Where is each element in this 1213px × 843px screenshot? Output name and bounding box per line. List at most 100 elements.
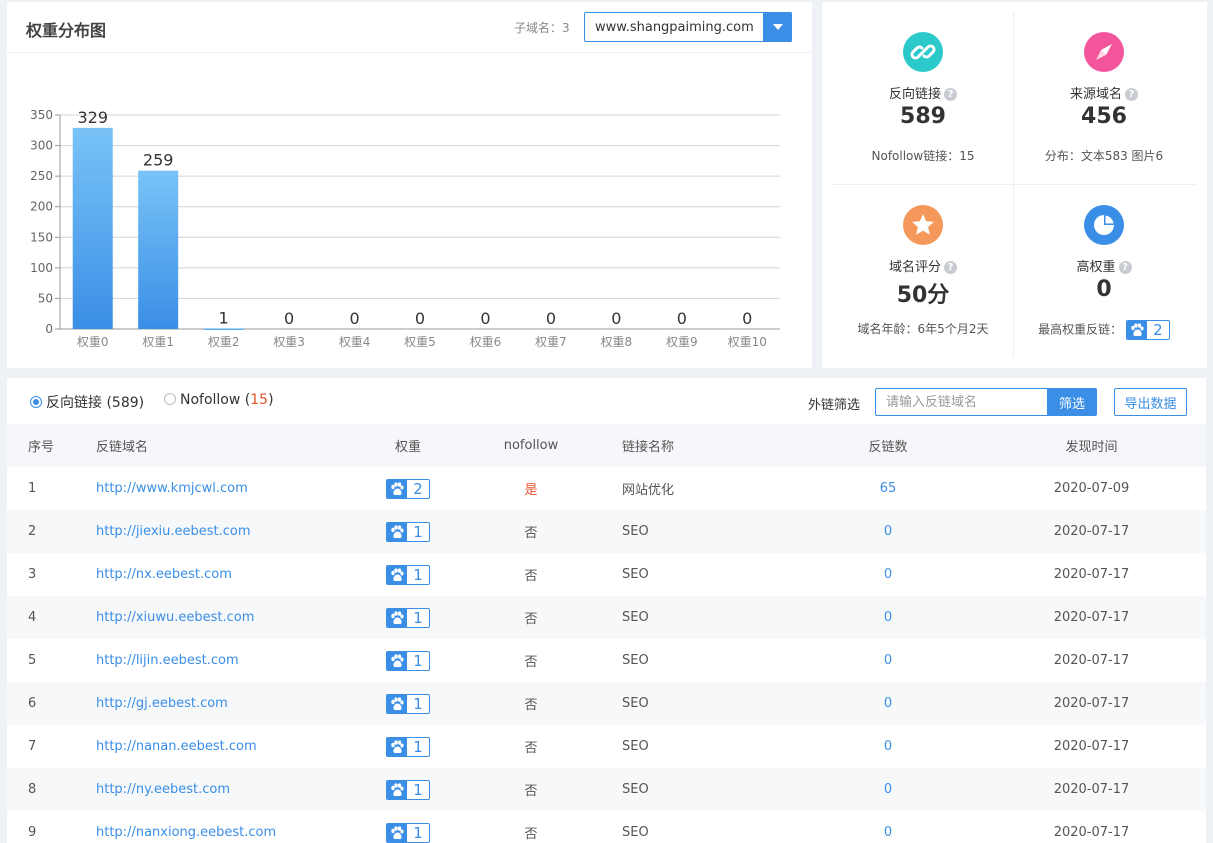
row-domain-link[interactable]: http://jiexiu.eebest.com <box>96 524 251 539</box>
row-index: 8 <box>7 768 96 811</box>
table-row: 2 http://jiexiu.eebest.com 1 否 SEO 0 2020-07-1… <box>7 510 1206 553</box>
radio-unchecked-icon <box>164 393 176 405</box>
table-row: 8 http://ny.eebest.com 1 否 SEO 0 2020-07-17 <box>7 768 1206 811</box>
row-anchor-text: SEO <box>582 510 799 553</box>
baidu-weight-badge: 1 <box>386 693 430 714</box>
row-date: 2020-07-17 <box>1053 567 1130 582</box>
help-icon[interactable]: ? <box>1118 261 1132 274</box>
row-domain-link[interactable]: http://lijin.eebest.com <box>96 653 239 668</box>
row-domain-link[interactable]: http://nx.eebest.com <box>96 567 232 582</box>
row-date: 2020-07-17 <box>977 596 1206 639</box>
row-date: 2020-07-17 <box>1053 825 1130 840</box>
bar-权重0[interactable] <box>72 127 113 329</box>
help-icon[interactable]: ? <box>944 261 957 274</box>
baidu-weight-badge: 2 <box>1125 320 1170 340</box>
filter-domain-input[interactable] <box>875 388 1048 416</box>
dropdown-arrow-icon[interactable] <box>763 12 792 42</box>
radio-checked-icon <box>30 396 42 408</box>
row-anchor-text: SEO <box>582 596 799 639</box>
row-date: 2020-07-17 <box>977 768 1206 811</box>
x-tick-label: 权重8 <box>601 335 633 349</box>
row-weight-value: 1 <box>413 737 423 756</box>
bar-权重2[interactable] <box>203 328 244 330</box>
row-anchor-text: SEO <box>622 567 649 582</box>
radio-backlinks-label: 反向链接 (589) <box>46 395 145 411</box>
baidu-paw-icon <box>387 608 407 627</box>
y-tick-label: 200 <box>30 200 53 214</box>
row-domain-link[interactable]: http://nanxiong.eebest.com <box>96 825 276 840</box>
row-domain-link[interactable]: http://ny.eebest.com <box>96 782 230 797</box>
row-link-count: 0 <box>883 567 893 582</box>
row-domain-link[interactable]: http://www.kmjcwl.com <box>96 481 248 496</box>
row-link-count: 0 <box>799 682 977 725</box>
compass-icon <box>1084 32 1124 72</box>
row-index: 3 <box>28 567 37 582</box>
subdomain-select[interactable]: www.shangpaiming.com <box>584 12 792 42</box>
chart-title: 权重分布图 <box>26 21 107 40</box>
x-tick-label: 权重10 <box>728 335 767 349</box>
stat-domains-label: 来源域名 <box>1069 87 1122 102</box>
baidu-paw-icon <box>387 694 407 713</box>
row-nofollow: 否 <box>480 768 582 811</box>
y-tick-label: 100 <box>30 261 53 275</box>
pie-chart-icon <box>1084 205 1124 245</box>
stat-high-weight-sub: 最高权重反链： <box>1038 322 1123 337</box>
bar-value-label: 1 <box>219 308 229 327</box>
bar-value-label: 0 <box>546 309 556 328</box>
row-index: 6 <box>7 682 96 725</box>
radio-nofollow[interactable]: Nofollow (15) <box>164 392 274 408</box>
stat-backlinks-sub: Nofollow链接：15 <box>871 149 975 163</box>
row-anchor-text: SEO <box>582 682 799 725</box>
row-link-count: 0 <box>799 510 977 553</box>
subdomain-selected-value: www.shangpaiming.com <box>595 20 754 35</box>
baidu-paw-icon <box>387 651 407 670</box>
y-tick-label: 150 <box>30 230 53 244</box>
header-link-count: 反链数 <box>799 424 977 467</box>
y-tick-label: 350 <box>30 108 53 122</box>
filter-bar: 反向链接 (589) Nofollow (15) 外链筛选 筛选 导出数据 <box>7 378 1206 424</box>
stats-panel: 反向链接? 589 Nofollow链接：15 来源域名? 456 分布：文本5… <box>822 2 1207 368</box>
backlinks-table: 序号 反链域名 权重 nofollow 链接名称 反链数 发现时间 1 http:… <box>7 424 1206 843</box>
filter-button[interactable]: 筛选 <box>1047 388 1097 416</box>
row-date: 2020-07-17 <box>1053 653 1130 668</box>
baidu-weight-badge: 1 <box>386 564 430 585</box>
row-domain-link[interactable]: http://nanan.eebest.com <box>96 739 257 754</box>
radio-nofollow-suffix: ) <box>268 392 274 408</box>
row-domain-link[interactable]: http://xiuwu.eebest.com <box>96 610 254 625</box>
help-icon[interactable]: ? <box>1125 88 1138 101</box>
baidu-weight-badge: 1 <box>386 822 430 843</box>
export-data-button[interactable]: 导出数据 <box>1114 388 1187 416</box>
bar-value-label: 0 <box>480 309 490 328</box>
x-tick-label: 权重4 <box>339 335 371 349</box>
table-row: 7 http://nanan.eebest.com 1 否 SEO 0 2020-07-17 <box>7 725 1206 768</box>
row-nofollow: 否 <box>524 569 538 584</box>
help-icon[interactable]: ? <box>944 88 957 101</box>
radio-backlinks[interactable]: 反向链接 (589) <box>30 392 144 412</box>
x-tick-label: 权重3 <box>273 335 305 349</box>
stat-rating: 域名评分? 50分 域名年龄：6年5个月2天 <box>832 175 1014 345</box>
row-nofollow: 否 <box>480 596 582 639</box>
row-link-count: 0 <box>883 653 893 668</box>
baidu-weight-badge: 1 <box>386 521 430 542</box>
table-row: 3 http://nx.eebest.com 1 否 SEO 0 2020-07-17 <box>7 553 1206 596</box>
y-tick-label: 50 <box>38 291 53 305</box>
bar-value-label: 0 <box>415 309 425 328</box>
baidu-paw-icon <box>387 780 407 799</box>
y-tick-label: 250 <box>30 169 53 183</box>
x-tick-label: 权重5 <box>404 335 436 349</box>
x-tick-label: 权重1 <box>142 335 174 349</box>
bar-权重1[interactable] <box>138 170 179 329</box>
bar-value-label: 0 <box>611 309 621 328</box>
radio-nofollow-count: 15 <box>250 392 269 408</box>
x-tick-label: 权重6 <box>470 335 502 349</box>
subdomain-count-label: 子域名：3 <box>514 21 570 35</box>
row-nofollow: 否 <box>524 655 538 670</box>
star-icon <box>903 205 943 245</box>
row-anchor-text: 网站优化 <box>622 483 675 498</box>
row-domain-link[interactable]: http://gj.eebest.com <box>96 696 228 711</box>
header-index: 序号 <box>7 424 96 467</box>
baidu-paw-icon <box>387 522 407 541</box>
stat-backlinks: 反向链接? 589 Nofollow链接：15 <box>832 2 1014 172</box>
row-weight-value: 1 <box>413 780 423 799</box>
row-weight-value: 1 <box>413 565 423 584</box>
